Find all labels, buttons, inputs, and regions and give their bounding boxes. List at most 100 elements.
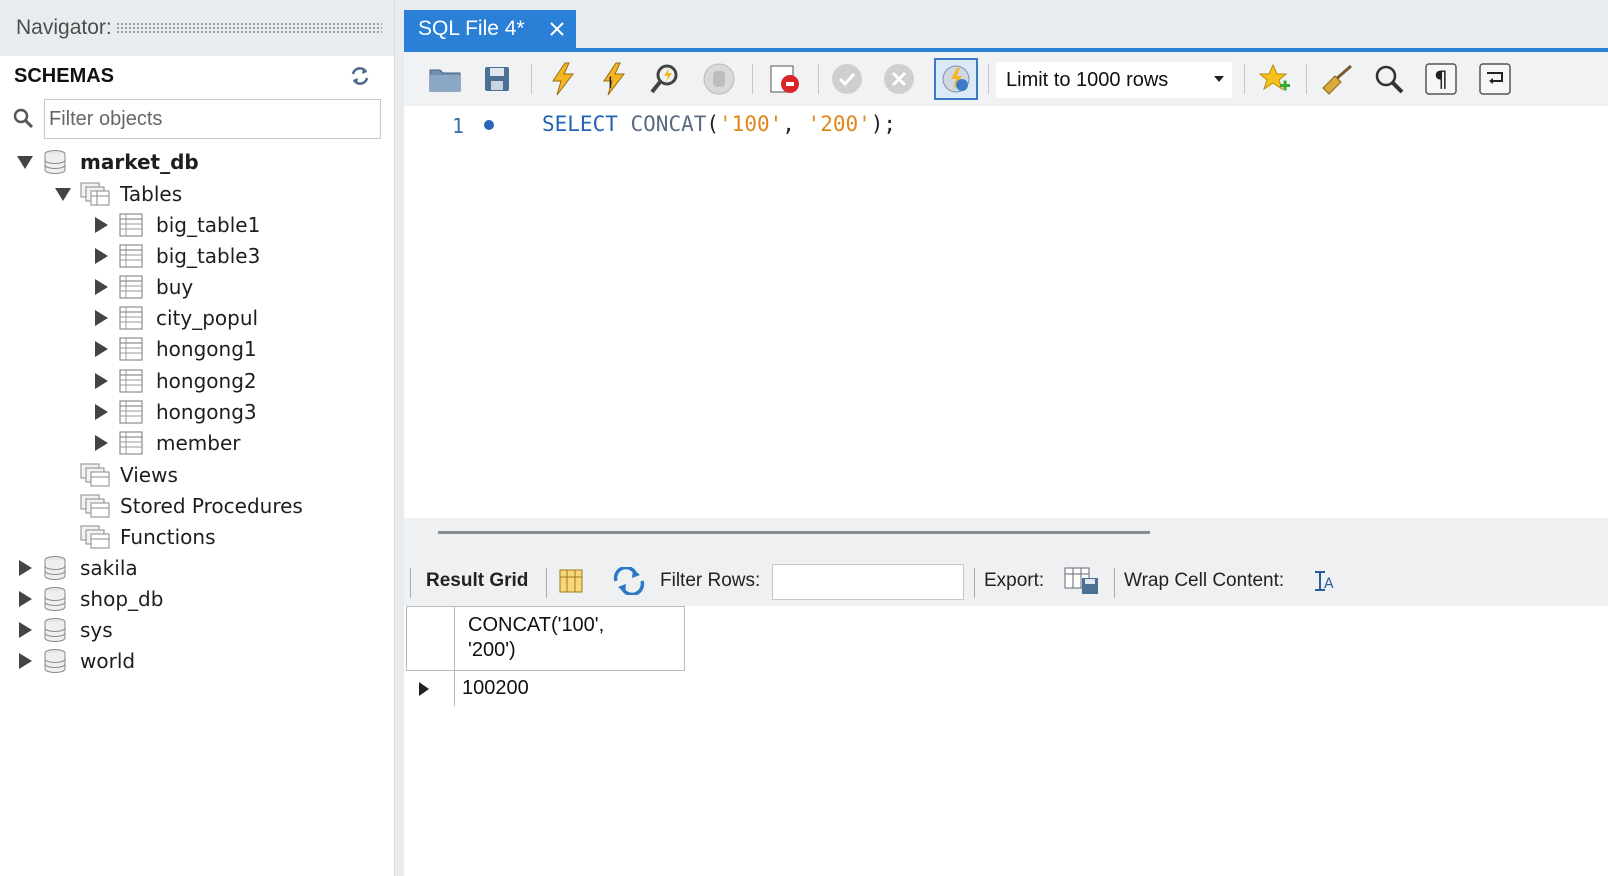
refresh-results-button[interactable]: [612, 556, 646, 606]
limit-rows-select[interactable]: Limit to 1000 rows: [996, 62, 1232, 98]
autocommit-toggle-button[interactable]: [934, 58, 978, 100]
tree-schema-market-db[interactable]: market_db: [16, 146, 199, 177]
toolbar-separator: [531, 64, 532, 94]
chevron-down-icon: [1214, 76, 1224, 82]
explain-button[interactable]: [648, 60, 686, 98]
tree-schema-item[interactable]: sys: [16, 615, 113, 646]
expand-arrow-icon[interactable]: [92, 403, 110, 421]
execute-button[interactable]: [544, 60, 582, 98]
tree-schema-item[interactable]: world: [16, 646, 135, 677]
stop-error-icon: [770, 65, 799, 93]
grid-view-button[interactable]: [558, 556, 584, 606]
filter-objects-input[interactable]: [44, 99, 381, 139]
database-icon: [44, 586, 66, 611]
search-icon: [1375, 65, 1404, 94]
tree-table-item[interactable]: big_table3: [92, 240, 260, 271]
expand-arrow-icon[interactable]: [16, 621, 34, 639]
sql-string: '100': [719, 112, 783, 136]
save-button[interactable]: [478, 60, 516, 98]
magnifier-lightning-icon: [650, 64, 678, 94]
commit-button[interactable]: [828, 60, 866, 98]
svg-text:I: I: [608, 73, 613, 92]
panel-splitter[interactable]: [404, 518, 1608, 556]
tree-folder-tables[interactable]: Tables: [54, 178, 182, 209]
wrap-lines-icon: [1479, 63, 1511, 95]
svg-text:¶: ¶: [1434, 68, 1448, 93]
tab-sql-file[interactable]: SQL File 4*: [404, 10, 576, 48]
tree-table-item[interactable]: city_popul: [92, 303, 258, 334]
find-button[interactable]: [1370, 60, 1408, 98]
result-grid[interactable]: CONCAT('100', '200') 100200: [404, 606, 1608, 876]
tree-schema-item[interactable]: sakila: [16, 552, 138, 583]
cancel-circle-icon: [884, 64, 914, 94]
tree-table-item[interactable]: hongong2: [92, 365, 257, 396]
stop-button[interactable]: [700, 60, 738, 98]
code-line[interactable]: SELECT CONCAT('100', '200');: [542, 112, 896, 136]
expand-arrow-icon[interactable]: [92, 216, 110, 234]
tree-schema-item[interactable]: shop_db: [16, 583, 163, 614]
expand-arrow-icon[interactable]: [92, 247, 110, 265]
tree-table-item[interactable]: hongong3: [92, 396, 257, 427]
tree-folder-functions[interactable]: Functions: [54, 521, 216, 552]
expand-arrow-icon[interactable]: [92, 278, 110, 296]
schemas-header: SCHEMAS: [0, 56, 394, 96]
beautify-button[interactable]: [1318, 60, 1356, 98]
tree-table-item[interactable]: member: [92, 427, 241, 458]
expand-arrow-icon[interactable]: [16, 559, 34, 577]
export-icon: [1064, 567, 1098, 594]
table-icon: [119, 369, 143, 392]
table-name: hongong3: [156, 399, 257, 424]
expand-arrow-icon[interactable]: [92, 340, 110, 358]
lightning-icon: [552, 62, 575, 96]
sql-string: '200': [807, 112, 871, 136]
execute-current-button[interactable]: I: [596, 60, 634, 98]
expand-arrow-icon[interactable]: [16, 652, 34, 670]
sql-punct: (: [706, 112, 720, 136]
rollback-button[interactable]: [880, 60, 918, 98]
tab-strip: SQL File 4*: [404, 0, 1608, 52]
database-icon: [44, 149, 66, 174]
schema-name: sakila: [80, 555, 138, 580]
tree-label: Functions: [120, 524, 216, 549]
wrap-cell-toggle[interactable]: A: [1312, 556, 1336, 606]
row-marker[interactable]: [406, 671, 455, 706]
check-circle-icon: [832, 64, 862, 94]
collapse-arrow-icon[interactable]: [16, 153, 34, 171]
invisible-chars-button[interactable]: ¶: [1422, 60, 1460, 98]
expand-arrow-icon[interactable]: [16, 590, 34, 608]
refresh-icon[interactable]: [348, 64, 372, 88]
tree-folder-stored-procedures[interactable]: Stored Procedures: [54, 490, 303, 521]
expand-arrow-icon[interactable]: [92, 372, 110, 390]
tree-folder-views[interactable]: Views: [54, 459, 178, 490]
tree-table-item[interactable]: big_table1: [92, 209, 260, 240]
save-icon: [485, 67, 509, 91]
broom-icon: [1322, 64, 1352, 95]
toggle-stop-on-error-button[interactable]: [766, 60, 804, 98]
wrap-lines-button[interactable]: [1476, 60, 1514, 98]
table-icon: [119, 431, 143, 455]
collapse-arrow-icon[interactable]: [54, 185, 72, 203]
panel-grip[interactable]: [115, 22, 382, 34]
close-icon[interactable]: [548, 20, 566, 38]
table-cell[interactable]: 100200: [462, 671, 529, 706]
sql-editor[interactable]: 1 SELECT CONCAT('100', '200');: [404, 106, 1608, 518]
table-icon: [119, 244, 143, 268]
tree-table-item[interactable]: hongong1: [92, 334, 257, 365]
open-file-button[interactable]: [426, 60, 464, 98]
wrap-cell-text: Wrap Cell Content:: [1124, 570, 1285, 591]
filter-rows-input[interactable]: [772, 564, 964, 600]
table-name: member: [156, 430, 241, 455]
export-button[interactable]: [1064, 556, 1100, 606]
expand-arrow-icon[interactable]: [92, 434, 110, 452]
result-grid-tab[interactable]: Result Grid: [426, 556, 528, 606]
sql-function: CONCAT: [630, 112, 707, 136]
add-snippet-button[interactable]: [1256, 60, 1294, 98]
column-header[interactable]: CONCAT('100', '200'): [454, 606, 685, 671]
views-folder-icon: [80, 463, 110, 486]
grid-corner-cell[interactable]: [406, 606, 455, 671]
expand-arrow-icon[interactable]: [92, 309, 110, 327]
svg-text:A: A: [1324, 576, 1334, 592]
horizontal-scrollbar[interactable]: [438, 531, 1150, 534]
tree-table-item[interactable]: buy: [92, 271, 193, 302]
line-number: 1: [452, 114, 465, 138]
